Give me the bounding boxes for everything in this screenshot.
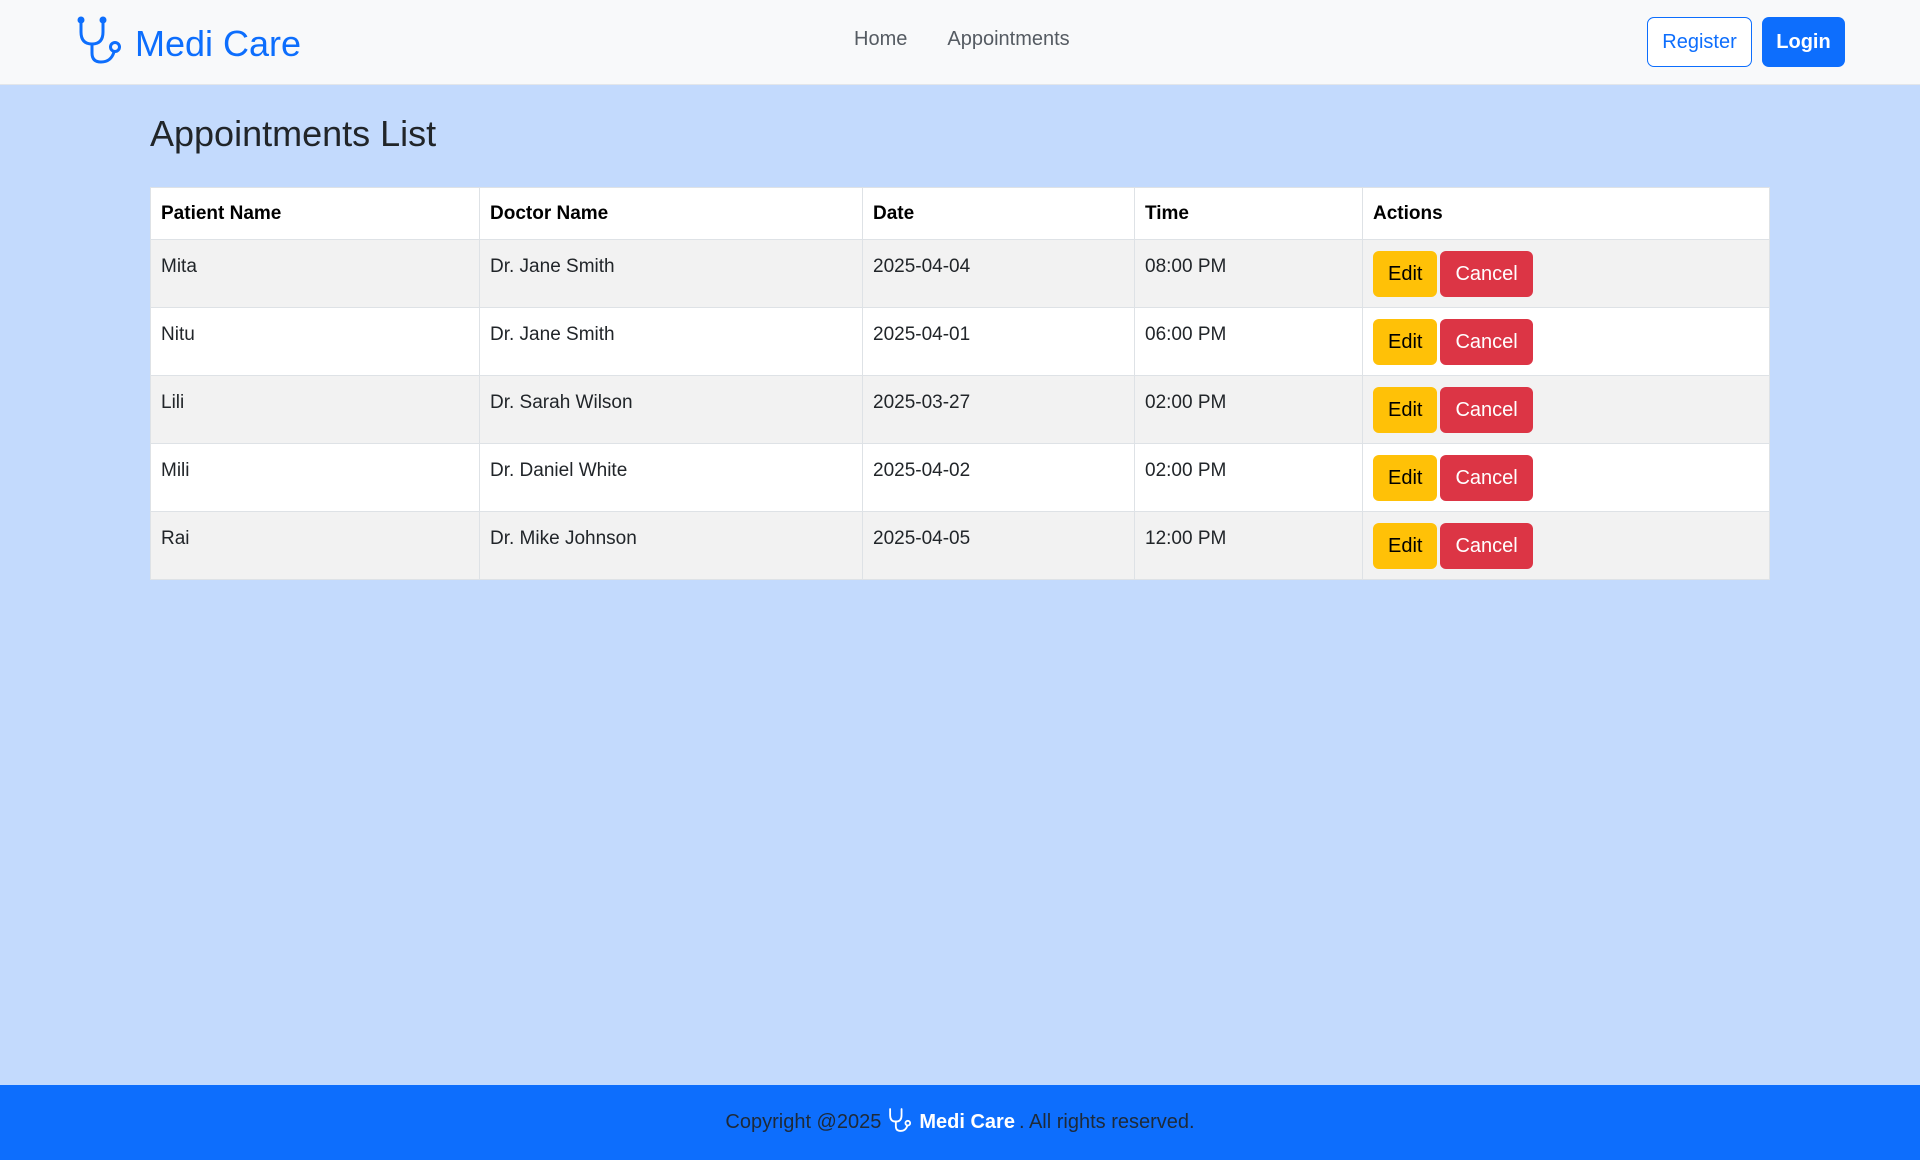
appointments-table-container: Patient Name Doctor Name Date Time Actio…	[150, 187, 1770, 580]
column-header-doctor-name: Doctor Name	[479, 187, 863, 240]
appointments-table: Patient Name Doctor Name Date Time Actio…	[150, 187, 1770, 580]
footer-brand-name: Medi Care	[919, 1111, 1015, 1133]
cell-date: 2025-04-05	[862, 511, 1135, 580]
cancel-button[interactable]: Cancel	[1440, 523, 1533, 569]
cancel-button[interactable]: Cancel	[1440, 251, 1533, 297]
cell-doctor-name: Dr. Mike Johnson	[479, 511, 863, 580]
cell-date: 2025-04-02	[862, 443, 1135, 512]
cell-date: 2025-03-27	[862, 375, 1135, 444]
nav-link-appointments[interactable]: Appointments	[947, 28, 1069, 51]
cancel-button[interactable]: Cancel	[1440, 455, 1533, 501]
table-row: Mita Dr. Jane Smith 2025-04-04 08:00 PM …	[150, 239, 1770, 308]
cell-doctor-name: Dr. Sarah Wilson	[479, 375, 863, 444]
table-row: Mili Dr. Daniel White 2025-04-02 02:00 P…	[150, 443, 1770, 512]
cell-patient-name: Lili	[150, 375, 480, 444]
table-header-row: Patient Name Doctor Name Date Time Actio…	[150, 187, 1770, 240]
cell-time: 02:00 PM	[1134, 443, 1363, 512]
cancel-button[interactable]: Cancel	[1440, 387, 1533, 433]
table-row: Lili Dr. Sarah Wilson 2025-03-27 02:00 P…	[150, 375, 1770, 444]
navbar: Medi Care Home Appointments Register Log…	[0, 0, 1920, 85]
cell-time: 08:00 PM	[1134, 239, 1363, 308]
column-header-date: Date	[862, 187, 1135, 240]
edit-button[interactable]: Edit	[1373, 387, 1438, 433]
footer-rights-text: . All rights reserved.	[1018, 1111, 1195, 1133]
login-button[interactable]: Login	[1762, 17, 1845, 67]
cell-actions: Edit Cancel	[1362, 443, 1770, 512]
cell-time: 02:00 PM	[1134, 375, 1363, 444]
cell-time: 12:00 PM	[1134, 511, 1363, 580]
brand-logo-link[interactable]: Medi Care	[75, 16, 301, 71]
register-button[interactable]: Register	[1647, 17, 1752, 67]
cell-patient-name: Mili	[150, 443, 480, 512]
cell-patient-name: Rai	[150, 511, 480, 580]
edit-button[interactable]: Edit	[1373, 523, 1438, 569]
table-row: Nitu Dr. Jane Smith 2025-04-01 06:00 PM …	[150, 307, 1770, 376]
cell-actions: Edit Cancel	[1362, 511, 1770, 580]
nav-link-home[interactable]: Home	[854, 28, 907, 51]
stethoscope-icon	[75, 16, 125, 71]
cell-patient-name: Nitu	[150, 307, 480, 376]
cell-date: 2025-04-01	[862, 307, 1135, 376]
brand-name: Medi Care	[135, 22, 302, 64]
cancel-button[interactable]: Cancel	[1440, 319, 1533, 365]
column-header-time: Time	[1134, 187, 1363, 240]
cell-doctor-name: Dr. Jane Smith	[479, 307, 863, 376]
page-title: Appointments List	[150, 113, 437, 154]
cell-actions: Edit Cancel	[1362, 239, 1770, 308]
cell-actions: Edit Cancel	[1362, 307, 1770, 376]
cell-actions: Edit Cancel	[1362, 375, 1770, 444]
column-header-patient-name: Patient Name	[150, 187, 480, 240]
edit-button[interactable]: Edit	[1373, 251, 1438, 297]
stethoscope-icon	[881, 1107, 919, 1139]
cell-date: 2025-04-04	[862, 239, 1135, 308]
cell-doctor-name: Dr. Jane Smith	[479, 239, 863, 308]
edit-button[interactable]: Edit	[1373, 455, 1438, 501]
nav-links: Home Appointments	[854, 28, 1110, 51]
column-header-actions: Actions	[1362, 187, 1770, 240]
footer-copyright: Copyright @2025	[725, 1111, 882, 1133]
table-row: Rai Dr. Mike Johnson 2025-04-05 12:00 PM…	[150, 511, 1770, 580]
edit-button[interactable]: Edit	[1373, 319, 1438, 365]
footer: Copyright @2025 Medi Care . All rights r…	[0, 1085, 1920, 1160]
cell-patient-name: Mita	[150, 239, 480, 308]
cell-doctor-name: Dr. Daniel White	[479, 443, 863, 512]
cell-time: 06:00 PM	[1134, 307, 1363, 376]
